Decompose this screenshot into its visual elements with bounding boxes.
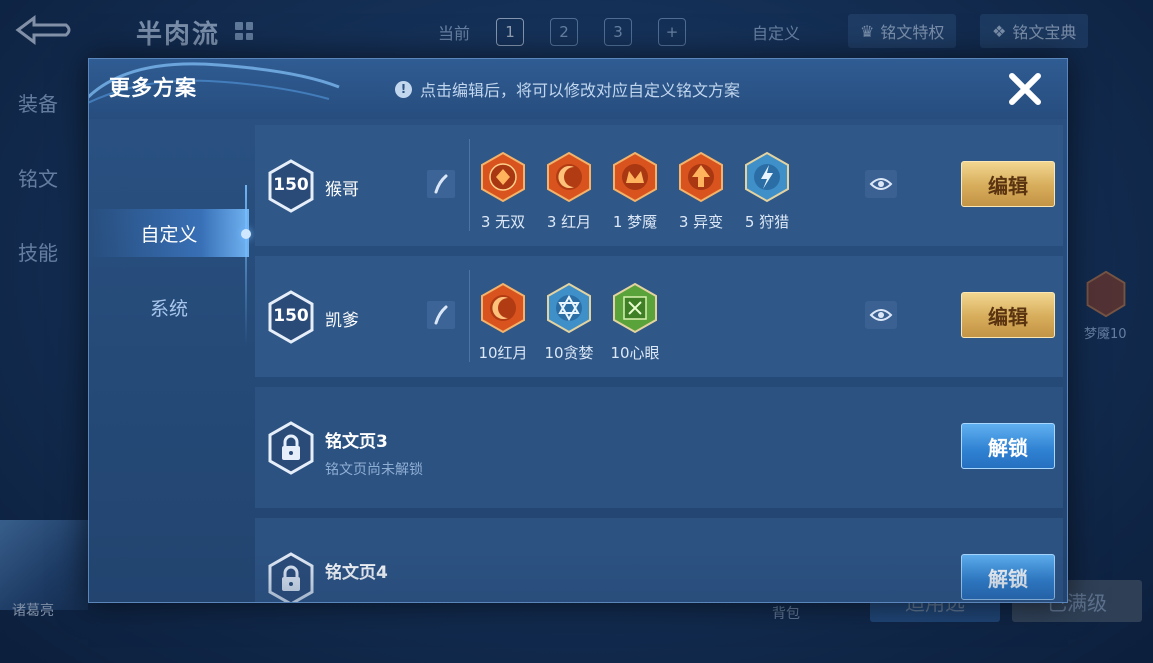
rename-pen-icon[interactable] [427,170,455,198]
rune-item: 3 红月 [543,151,595,232]
side-rune-label: 梦魇10 [1084,327,1127,342]
page-name: 凯爹 [325,311,359,331]
page-name: 铭文页4 [325,563,388,583]
dialog-header: 更多方案 ! 点击编辑后，将可以修改对应自定义铭文方案 [89,59,1067,119]
loadout-title: 半肉流 [136,20,221,50]
preview-button[interactable] [865,170,897,198]
handbook-button[interactable]: ❖ 铭文宝典 [980,14,1089,48]
eye-icon [869,178,893,190]
book-icon: ❖ [992,21,1007,41]
plan-category-sidebar: 自定义 系统 [89,119,251,602]
hero-name: 诸葛亮 [12,603,54,619]
rune-label: 10心眼 [610,344,660,362]
lock-icon [268,421,314,475]
close-icon[interactable] [1005,69,1045,109]
rune-item: 3 异变 [675,151,727,232]
page-tab-3[interactable]: 3 [604,18,633,46]
rune-page-2: 150 凯爹 10红月 10贪婪 10心眼 编辑 [255,256,1063,377]
hero-portrait[interactable] [0,520,88,610]
rune-label: 3 红月 [546,213,592,231]
hongyue-rune-icon [547,151,591,203]
wushuang-rune-icon [481,151,525,203]
mengyan-rune-icon [613,151,657,203]
bag-label[interactable]: 背包 [772,603,800,623]
rune-label: 5 狩猎 [744,213,790,231]
add-page-button[interactable]: + [658,18,687,46]
rune-item: 3 无双 [477,151,529,232]
rune-label: 10贪婪 [544,344,594,362]
privilege-label: 铭文特权 [880,23,945,42]
lock-icon [268,552,314,602]
preview-button[interactable] [865,301,897,329]
back-arrow-icon[interactable] [14,14,74,46]
rune-level: 150 [273,306,309,326]
rune-set-list: 10红月 10贪婪 10心眼 [477,282,661,363]
rune-item: 10红月 [477,282,529,363]
side-nav-runes[interactable]: 铭文 [18,163,58,192]
info-icon: ! [395,80,412,98]
page-name: 猴哥 [325,180,359,200]
divider [469,270,470,362]
rune-set-list: 3 无双 3 红月 1 梦魇 3 异变 5 狩猎 [477,151,793,232]
active-indicator [241,229,251,239]
hongyue-rune-icon [481,282,525,334]
yibian-rune-icon [679,151,723,203]
current-label: 当前 [438,24,471,43]
edit-button[interactable]: 编辑 [961,161,1055,207]
rune-page-3: 铭文页3 铭文页尚未解锁 解锁 [255,387,1063,508]
tab-system-label: 系统 [149,297,188,320]
rune-page-1: 150 猴哥 3 无双 3 红月 1 梦魇 3 异变 5 狩猎 编辑 [255,125,1063,246]
rune-item: 10贪婪 [543,282,595,363]
rune-label: 3 异变 [678,213,724,231]
rune-label: 3 无双 [480,213,526,231]
rename-pen-icon[interactable] [427,301,455,329]
sidebar-divider [245,185,247,345]
edit-hint: ! 点击编辑后，将可以修改对应自定义铭文方案 [395,77,740,101]
grid-icon[interactable] [235,22,253,40]
rune-item: 5 狩猎 [741,151,793,232]
rune-page-4: 铭文页4 解锁 [255,518,1063,602]
edit-button[interactable]: 编辑 [961,292,1055,338]
tab-custom[interactable]: 自定义 [89,205,249,261]
shoulie-rune-icon [745,151,789,203]
side-nav-equipment[interactable]: 装备 [18,88,58,117]
unlock-button[interactable]: 解锁 [961,423,1055,469]
custom-tab[interactable]: 自定义 [752,20,800,44]
page-name: 铭文页3 [325,432,388,452]
crown-icon: ♛ [860,21,875,41]
page-tab-2[interactable]: 2 [550,18,579,46]
locked-status: 铭文页尚未解锁 [325,462,423,478]
handbook-label: 铭文宝典 [1012,23,1077,42]
more-plans-dialog: 更多方案 ! 点击编辑后，将可以修改对应自定义铭文方案 自定义 系统 150 猴… [88,58,1068,603]
rune-item: 1 梦魇 [609,151,661,232]
mengyan-rune-icon [1086,270,1126,318]
rune-label: 10红月 [478,344,528,362]
privilege-button[interactable]: ♛ 铭文特权 [848,14,957,48]
side-nav-skills[interactable]: 技能 [18,237,58,266]
dialog-title: 更多方案 [109,76,197,100]
hint-text: 点击编辑后，将可以修改对应自定义铭文方案 [420,81,741,100]
xinyan-rune-icon [613,282,657,334]
tab-system[interactable]: 系统 [89,279,249,335]
rune-item: 10心眼 [609,282,661,363]
rune-level: 150 [273,175,309,195]
tanlan-rune-icon [547,282,591,334]
page-tabs: 当前 1 2 3 + [438,18,687,46]
eye-icon [869,309,893,321]
page-tab-1[interactable]: 1 [496,18,525,46]
unlock-button[interactable]: 解锁 [961,554,1055,600]
divider [469,139,470,231]
rune-label: 1 梦魇 [612,213,658,231]
tab-custom-label: 自定义 [140,223,198,246]
